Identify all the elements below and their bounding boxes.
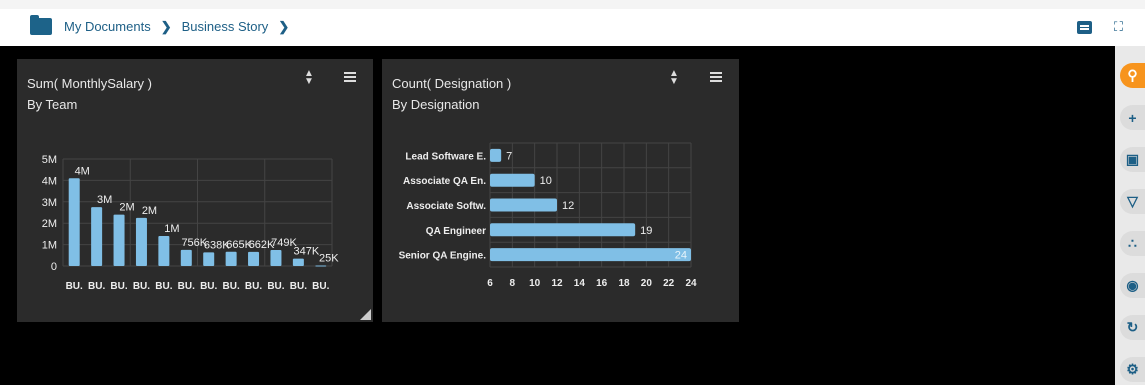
x-tick-label: BU. [66,281,83,292]
refresh-icon[interactable]: ↻ [1120,315,1145,340]
x-tick-label: 12 [551,278,563,289]
filter-icon[interactable]: ▽ [1120,189,1145,214]
x-tick-label: BU. [88,281,105,292]
y-tick-label: 0 [51,261,57,273]
breadcrumb: My Documents ❯ Business Story ❯ [30,15,291,35]
bar [490,198,557,212]
x-tick-label: BU. [133,281,150,292]
bar [225,251,237,266]
save-icon[interactable]: ▣ [1120,147,1145,172]
x-tick-label: 20 [641,278,653,289]
toolbar-right: ⛶ [1076,18,1145,36]
top-bar: My Documents ❯ Business Story ❯ ⛶ [0,0,1145,46]
bar [490,148,502,162]
x-tick-label: BU. [312,281,329,292]
fullscreen-icon[interactable]: ⛶ [1114,18,1123,36]
data-label: 19 [640,225,652,237]
share-icon[interactable]: ∴ [1120,231,1145,256]
x-tick-label: 14 [574,278,586,289]
data-label: 347K [294,246,320,258]
y-tick-label: Associate Softw. [406,201,486,212]
x-tick-label: 18 [618,278,630,289]
x-tick-label: BU. [110,281,127,292]
x-tick-label: 16 [596,278,608,289]
x-tick-label: 10 [529,278,541,289]
y-tick-label: QA Engineer [426,226,486,237]
y-tick-label: 3M [42,197,57,209]
bar [203,252,215,266]
x-tick-label: BU. [245,281,262,292]
eye-icon[interactable]: ◉ [1120,273,1145,298]
bar [490,223,636,237]
y-tick-label: Associate QA En. [403,176,486,187]
x-tick-label: 8 [510,278,516,289]
right-sidebar: ⚲ + ▣ ▽ ∴ ◉ ↻ ⚙ [1115,46,1145,385]
x-tick-label: 6 [487,278,493,289]
data-label: 7 [506,150,512,162]
data-label: 12 [562,200,574,212]
resize-icon[interactable] [360,309,371,320]
bar [158,236,170,266]
x-tick-label: 24 [685,278,697,289]
bar [490,248,691,262]
y-tick-label: 2M [42,218,57,230]
search-icon[interactable]: ⚲ [1120,63,1145,88]
plus-icon[interactable]: + [1120,105,1145,130]
data-label: 25K [319,252,339,264]
y-tick-label: Senior QA Engine. [399,251,487,262]
data-label: 3M [97,194,112,206]
breadcrumb-business-story[interactable]: Business Story [182,19,269,34]
gear-icon[interactable]: ⚙ [1120,357,1145,382]
x-tick-label: BU. [155,281,172,292]
bar [315,265,327,267]
x-tick-label: BU. [200,281,217,292]
x-tick-label: BU. [290,281,307,292]
y-tick-label: 4M [42,175,57,187]
y-tick-label: 5M [42,154,57,166]
bar-chart-salary: 01M2M3M4M5M4MBU.3MBU.2MBU.2MBU.1MBU.756K… [42,154,340,292]
x-tick-label: BU. [223,281,240,292]
bar [68,178,80,266]
chevron-right-icon: ❯ [160,18,172,34]
bar [248,251,260,266]
y-tick-label: 1M [42,240,57,252]
bar [91,207,103,266]
bar-chart-designation: 6 8 10 12 14 16 18 20 22 24 Lead Software E. 7 Assoc… [399,142,697,289]
chart-panel-salary: Sum( MonthlySalary ) By Team ▲ ▼ 0 1M 2M 3M 4… [17,59,373,322]
data-label: 10 [540,175,552,187]
bar [292,258,304,266]
x-tick-label: BU. [178,281,195,292]
x-tick-label: 22 [663,278,675,289]
data-label: 4M [75,165,90,177]
folder-icon[interactable] [30,15,52,35]
bar [180,249,192,266]
data-label: 1M [164,223,179,235]
chevron-right-icon: ❯ [278,18,290,34]
bar [270,249,282,266]
bar [135,217,147,266]
data-label: 2M [142,205,157,217]
data-label: 24 [675,250,687,262]
chart-panel-designation: Count( Designation ) By Designation ▲ ▼ 6… [382,59,739,322]
data-label: 2M [119,202,134,214]
bar [113,214,125,266]
y-tick-label: Lead Software E. [405,151,486,162]
comment-icon[interactable] [1076,21,1092,34]
bar [490,173,535,187]
x-tick-label: BU. [267,281,284,292]
breadcrumb-my-documents[interactable]: My Documents [64,19,151,34]
